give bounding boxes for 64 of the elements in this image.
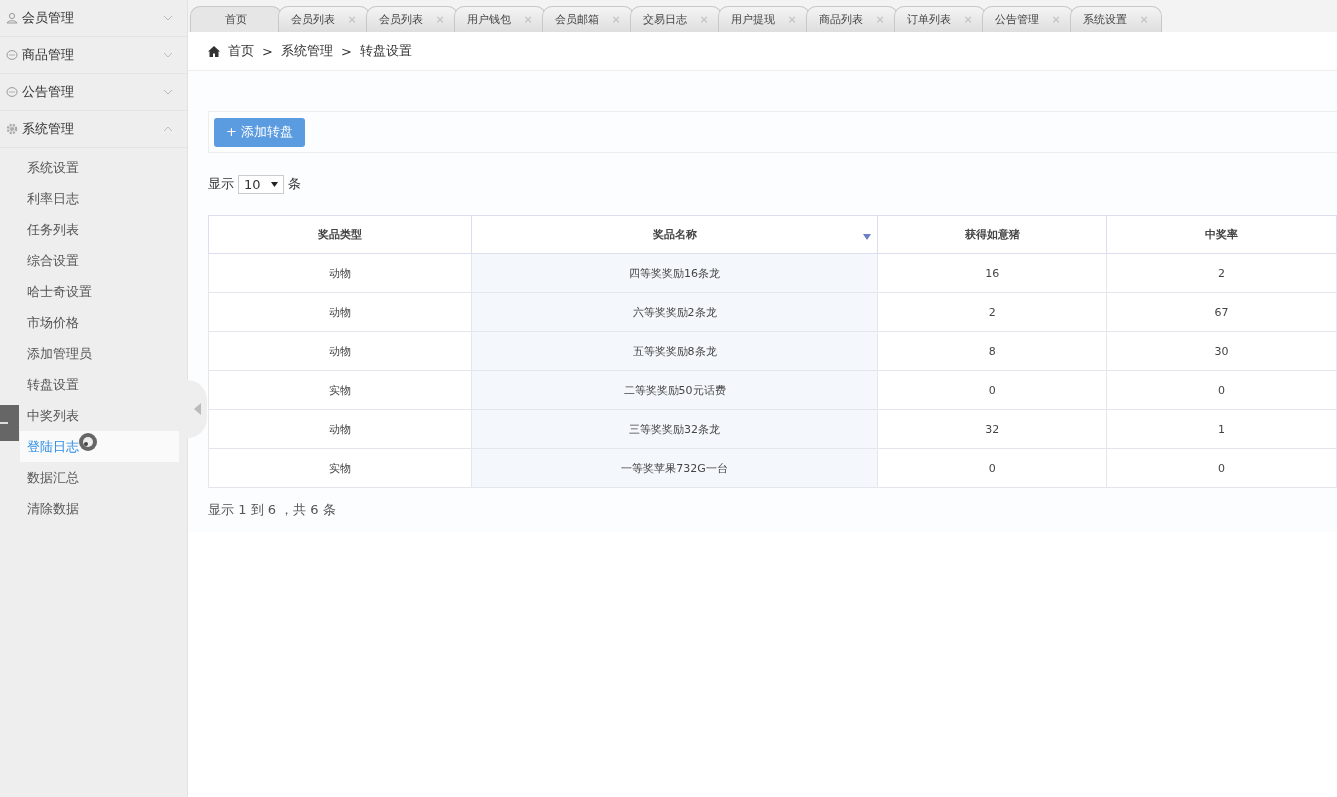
tab[interactable]: 用户钱包 × [454,6,546,32]
tab[interactable]: 系统设置 × [1070,6,1162,32]
table-cell: 0 [877,370,1107,410]
disc-icon [78,432,98,452]
table-cell: 一等奖苹果732G一台 [471,448,878,488]
table-cell: 2 [877,292,1107,332]
table-cell: 二等奖奖励50元话费 [471,370,878,410]
table-cell: 67 [1106,292,1337,332]
table-cell: 实物 [208,370,472,410]
breadcrumb-link[interactable]: 系统管理 [280,42,333,60]
table-cell: 动物 [208,292,472,332]
sidebar-group[interactable]: 商品管理 [0,37,187,74]
sidebar-item[interactable]: 登陆日志 [20,431,179,462]
home-icon [208,45,220,57]
breadcrumb-link[interactable]: 转盘设置 [359,42,412,60]
table-cell: 五等奖奖励8条龙 [471,331,878,371]
table-info: 显示 1 到 6 ，共 6 条 [208,501,337,519]
table-cell: 32 [877,409,1107,449]
length-label: 显示 [208,175,234,193]
sidebar-item[interactable]: 添加管理员 [20,338,179,369]
table-cell: 16 [877,253,1107,293]
user-icon [6,12,18,24]
sidebar-item[interactable]: 中奖列表 [20,400,179,431]
chat-icon [6,86,18,98]
chat-icon [6,49,18,61]
column-header[interactable]: 获得如意猪 [877,215,1107,254]
sidebar-item[interactable]: 清除数据 [20,493,179,524]
sidebar-item[interactable]: 市场价格 [20,307,179,338]
column-header[interactable]: 奖品名称 [471,215,878,254]
sort-icon [863,234,872,240]
table-cell: 六等奖奖励2条龙 [471,292,878,332]
breadcrumb-link[interactable]: 首页 [228,42,254,60]
table-cell: 0 [877,448,1107,488]
side-handle[interactable] [0,405,19,441]
table-cell: 0 [1106,448,1337,488]
table-cell: 1 [1106,409,1337,449]
length-label: 条 [287,175,301,193]
sidebar-item[interactable]: 数据汇总 [20,462,179,493]
table-cell: 动物 [208,331,472,371]
page-size-select[interactable]: 10 [238,174,284,194]
table-cell: 实物 [208,448,472,488]
table-cell: 动物 [208,253,472,293]
table-cell: 30 [1106,331,1337,371]
sidebar-item[interactable]: 哈士奇设置 [20,276,179,307]
caret-icon [270,181,278,187]
table-cell: 0 [1106,370,1337,410]
table-cell: 8 [877,331,1107,371]
breadcrumb-separator: > [262,43,273,59]
table-cell: 四等奖奖励16条龙 [471,253,878,293]
sidebar-item[interactable]: 系统设置 [20,152,179,183]
table-cell: 动物 [208,409,472,449]
gear-icon [6,123,18,135]
sidebar-group[interactable]: 系统管理 [0,111,187,148]
column-header[interactable]: 中奖率 [1106,215,1337,254]
sidebar-group[interactable]: 会员管理 [0,0,187,37]
sidebar-item[interactable]: 综合设置 [20,245,179,276]
table-cell: 2 [1106,253,1337,293]
sidebar-item[interactable]: 任务列表 [20,214,179,245]
sidebar-group[interactable]: 公告管理 [0,74,187,111]
sidebar-item[interactable]: 转盘设置 [20,369,179,400]
sidebar-item[interactable]: 利率日志 [20,183,179,214]
column-header[interactable]: 奖品类型 [208,215,472,254]
table-cell: 三等奖奖励32条龙 [471,409,878,449]
breadcrumb-separator: > [340,43,352,59]
